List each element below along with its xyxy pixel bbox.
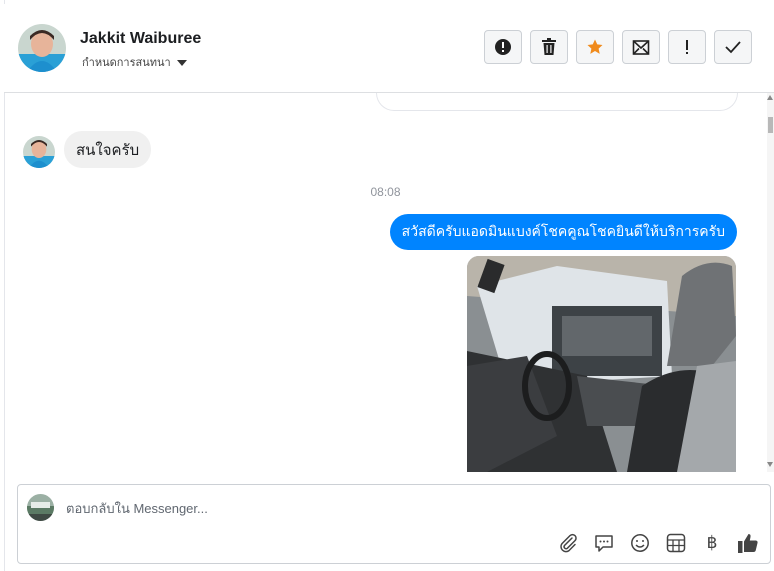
scroll-thumb[interactable] bbox=[768, 117, 773, 133]
like-button[interactable] bbox=[736, 531, 760, 555]
mark-unread-icon bbox=[632, 40, 650, 55]
exclamation-icon bbox=[686, 40, 688, 54]
car-interior-photo[interactable] bbox=[467, 256, 736, 472]
like-icon bbox=[738, 534, 758, 553]
contact-name[interactable]: Jakkit Waiburee bbox=[80, 30, 201, 48]
conversation-header: Jakkit Waiburee กำหนดการสนทนา bbox=[4, 4, 774, 93]
scroll-up-arrow-icon[interactable] bbox=[767, 95, 773, 100]
check-icon bbox=[725, 41, 741, 54]
thread-scrollbar[interactable] bbox=[767, 93, 774, 472]
scroll-down-arrow-icon[interactable] bbox=[767, 462, 773, 467]
message-thread[interactable]: สนใจครับ 08:08 สวัสดีครับแอดมินแบงค์โชคค… bbox=[4, 93, 767, 472]
table-button[interactable] bbox=[664, 531, 688, 555]
attach-icon bbox=[560, 533, 577, 553]
alert-button[interactable] bbox=[484, 30, 522, 64]
reply-input[interactable] bbox=[66, 495, 666, 521]
attach-button[interactable] bbox=[556, 531, 580, 555]
star-button[interactable] bbox=[576, 30, 614, 64]
page-avatar bbox=[27, 494, 54, 521]
alert-circle-icon bbox=[495, 39, 511, 55]
sender-avatar[interactable] bbox=[23, 136, 55, 168]
saved-replies-button[interactable] bbox=[592, 531, 616, 555]
trash-icon bbox=[542, 38, 556, 55]
caret-down-icon bbox=[176, 59, 187, 66]
reply-composer: ฿ bbox=[17, 484, 771, 564]
baht-icon: ฿ bbox=[706, 533, 718, 552]
message-timestamp: 08:08 bbox=[370, 185, 401, 199]
header-actions bbox=[484, 30, 752, 64]
mark-done-button[interactable] bbox=[714, 30, 752, 64]
payment-button[interactable]: ฿ bbox=[700, 531, 724, 555]
conversation-settings[interactable]: กำหนดการสนทนา bbox=[82, 53, 187, 71]
table-icon bbox=[666, 533, 686, 553]
delete-button[interactable] bbox=[530, 30, 568, 64]
spam-button[interactable] bbox=[668, 30, 706, 64]
conversation-settings-label: กำหนดการสนทนา bbox=[82, 57, 171, 69]
star-icon bbox=[587, 39, 603, 54]
saved-replies-icon bbox=[595, 535, 613, 552]
composer-tools: ฿ bbox=[556, 531, 760, 555]
contact-avatar[interactable] bbox=[18, 24, 66, 72]
outgoing-message[interactable]: สวัสดีครับแอดมินแบงค์โชคคูณโชคยินดีให้บร… bbox=[389, 214, 737, 250]
previous-message-bubble bbox=[376, 93, 738, 111]
emoji-button[interactable] bbox=[628, 531, 652, 555]
emoji-icon bbox=[631, 534, 649, 552]
mark-unread-button[interactable] bbox=[622, 30, 660, 64]
incoming-message[interactable]: สนใจครับ bbox=[64, 131, 152, 168]
